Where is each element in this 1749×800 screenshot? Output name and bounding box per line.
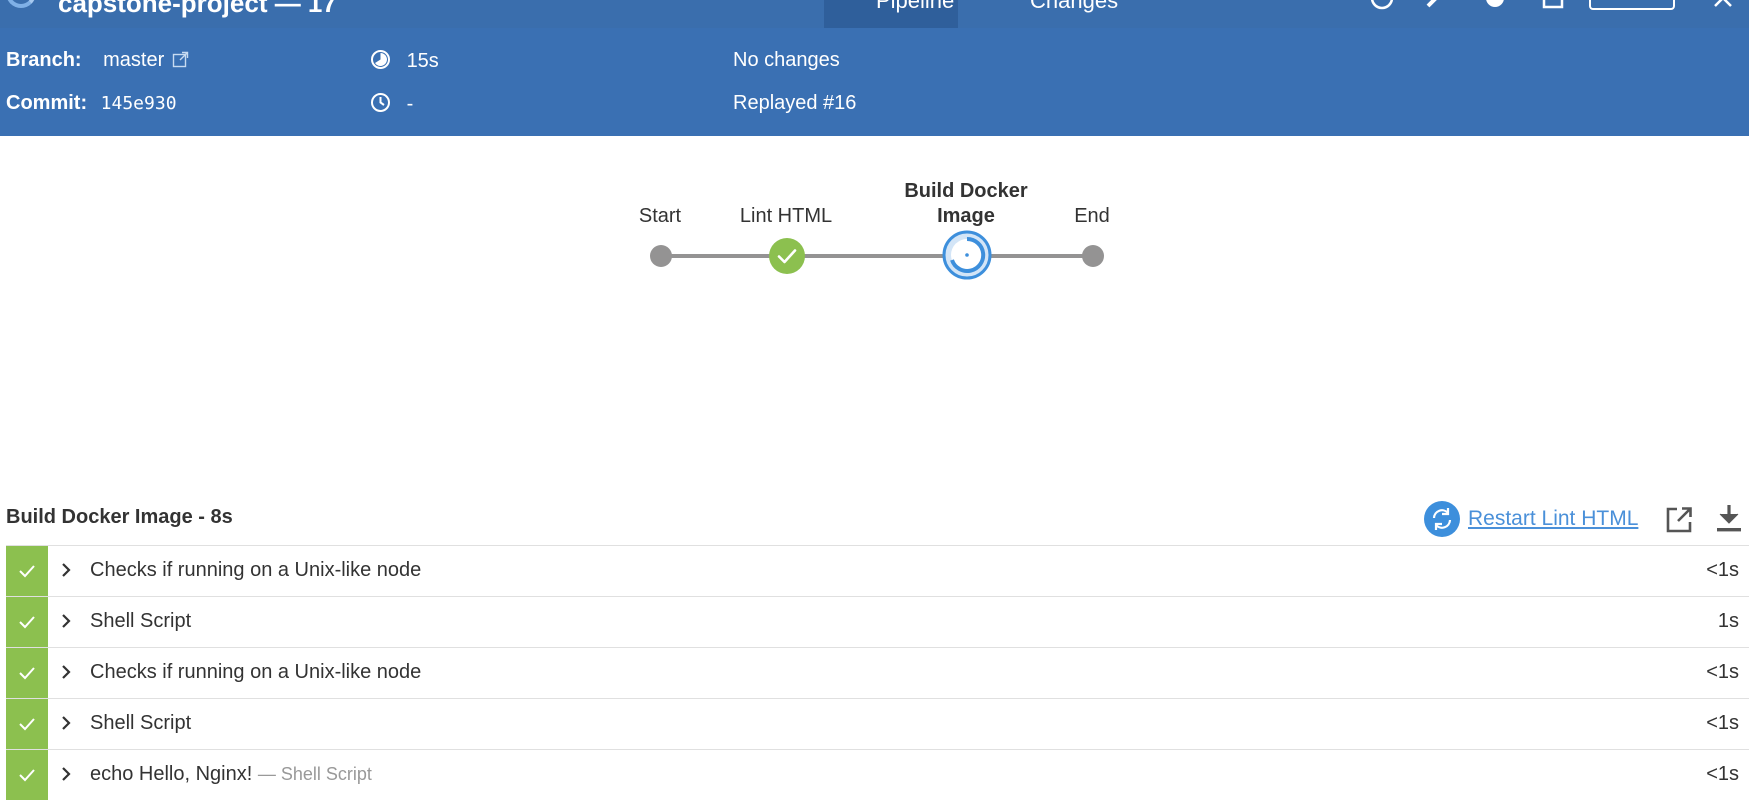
step-duration: <1s (1706, 559, 1739, 581)
step-status-success (6, 546, 48, 596)
commit-value[interactable]: 145e930 (101, 93, 177, 114)
top-header: capstone-project — 17 Pipeline Changes (0, 0, 1749, 28)
node-label-end: End (1074, 205, 1110, 227)
node-label-build-docker-image[interactable]: Build Docker Image (886, 179, 1046, 229)
end-node (1082, 245, 1104, 267)
step-row[interactable]: Checks if running on a Unix-like node <1… (6, 647, 1749, 698)
tab-pipeline[interactable]: Pipeline (824, 0, 958, 28)
close-icon[interactable] (1711, 0, 1735, 10)
running-spinner-icon (6, 0, 36, 8)
step-duration: <1s (1706, 712, 1739, 734)
duration-value: 15s (406, 50, 439, 72)
logout-icon[interactable] (1541, 0, 1565, 10)
commit-row: Commit: 145e930 (6, 92, 177, 115)
chevron-right-icon[interactable] (60, 663, 72, 681)
clock-icon (371, 93, 390, 112)
step-status-success (6, 699, 48, 749)
run-info-bar: Branch: master Commit: 145e930 15s - No … (0, 28, 1749, 136)
replayed-text: Replayed #16 (733, 92, 857, 114)
commit-label: Commit: (6, 92, 88, 114)
edit-icon[interactable] (1424, 0, 1448, 10)
pipeline-graph: Start Lint HTML Build Docker Image End (0, 136, 1749, 436)
stage-title: Build Docker Image - 8s (6, 506, 233, 528)
step-status-success (6, 648, 48, 698)
branch-row: Branch: master (6, 49, 189, 72)
tab-changes[interactable]: Changes (1030, 0, 1118, 14)
step-sub: — Shell Script (257, 764, 372, 784)
start-node (650, 245, 672, 267)
check-icon (19, 667, 35, 680)
step-duration: 1s (1717, 610, 1739, 632)
started-row: - (370, 92, 413, 116)
gear-icon[interactable] (1483, 0, 1507, 10)
chevron-right-icon[interactable] (60, 765, 72, 783)
check-icon (19, 769, 35, 782)
step-status-success (6, 750, 48, 800)
pipeline-connector (661, 254, 1093, 258)
step-name: Shell Script (90, 712, 192, 734)
branch-value[interactable]: master (103, 49, 164, 71)
download-icon[interactable] (1716, 503, 1742, 533)
step-duration: <1s (1706, 763, 1739, 785)
check-icon (19, 565, 35, 578)
restart-icon[interactable] (1424, 501, 1460, 537)
logout-button[interactable] (1589, 0, 1675, 10)
node-label-start: Start (638, 205, 682, 227)
chevron-right-icon[interactable] (60, 612, 72, 630)
restart-link[interactable]: Restart Lint HTML (1468, 507, 1638, 531)
check-icon (19, 718, 35, 731)
node-label-lint-html[interactable]: Lint HTML (726, 205, 846, 228)
step-duration: <1s (1706, 661, 1739, 683)
step-name: echo Hello, Nginx! (90, 763, 253, 785)
step-status-success (6, 597, 48, 647)
chevron-right-icon[interactable] (60, 714, 72, 732)
duration-row: 15s (370, 49, 439, 73)
build-docker-image-running-node[interactable] (942, 230, 992, 280)
external-link-icon[interactable] (172, 51, 189, 68)
step-name: Shell Script (90, 610, 192, 632)
restart-stage[interactable]: Restart Lint HTML (1424, 501, 1638, 537)
step-row[interactable]: echo Hello, Nginx! — Shell Script <1s (6, 749, 1749, 800)
run-title: capstone-project — 17 (58, 0, 337, 18)
check-icon (19, 616, 35, 629)
chevron-right-icon[interactable] (60, 561, 72, 579)
step-row[interactable]: Shell Script 1s (6, 596, 1749, 647)
changes-text: No changes (733, 49, 840, 71)
popout-icon[interactable] (1664, 505, 1694, 535)
replay-icon[interactable] (1370, 0, 1394, 10)
step-name: Checks if running on a Unix-like node (90, 661, 422, 683)
step-name: Checks if running on a Unix-like node (90, 559, 422, 581)
step-row[interactable]: Checks if running on a Unix-like node <1… (6, 545, 1749, 596)
step-row[interactable]: Shell Script <1s (6, 698, 1749, 749)
duration-icon (371, 50, 390, 69)
step-list: Checks if running on a Unix-like node <1… (6, 545, 1749, 800)
lint-html-success-node[interactable] (768, 237, 806, 275)
started-value: - (406, 93, 414, 115)
branch-label: Branch: (6, 49, 82, 71)
